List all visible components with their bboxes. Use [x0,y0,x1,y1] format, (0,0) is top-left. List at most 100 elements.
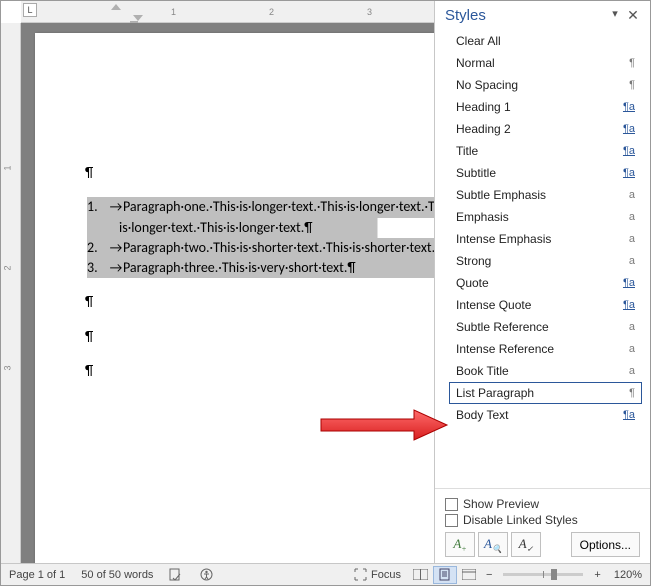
style-type-icon: ¶a [623,167,635,179]
style-item-body-text[interactable]: Body Text ¶a [449,404,642,426]
style-item-book-title[interactable]: Book Title a [449,360,642,382]
style-item-intense-quote[interactable]: Intense Quote¶a [449,294,642,316]
first-line-indent[interactable] [111,4,121,10]
print-layout-button[interactable] [433,566,457,584]
read-mode-button[interactable] [409,566,433,584]
zoom-in-button[interactable]: + [591,569,603,581]
style-item-no-spacing[interactable]: No Spacing¶ [449,74,642,96]
styles-pane-title: Styles [445,7,486,24]
page-content[interactable]: ¶ 1. → Paragraph·one.·This·is·longer·tex… [77,163,434,395]
style-item-intense-emphasis[interactable]: Intense Emphasis a [449,228,642,250]
show-preview-label: Show Preview [463,497,539,511]
style-type-icon: ¶a [623,101,635,113]
disable-linked-label: Disable Linked Styles [463,513,578,527]
style-name: Emphasis [456,210,509,224]
style-item-heading-2[interactable]: Heading 2 ¶a [449,118,642,140]
zoom-slider[interactable] [503,573,583,576]
style-item-intense-reference[interactable]: Intense Reference a [449,338,642,360]
style-inspector-button[interactable]: A🔍 [478,532,508,557]
style-type-icon: a [629,189,635,201]
style-type-icon: a [629,211,635,223]
style-item-clear-all[interactable]: Clear All [449,30,642,52]
styles-list[interactable]: Clear AllNormal¶No Spacing¶Heading 1¶aHe… [435,26,650,488]
accessibility-icon[interactable] [192,568,221,581]
close-icon[interactable]: ✕ [624,7,642,24]
list-number: 1. [87,197,109,217]
style-name: Title [456,144,478,158]
style-type-icon: a [629,255,635,267]
style-item-subtle-emphasis[interactable]: Subtle Emphasis a [449,184,642,206]
style-type-icon: ¶ [629,387,635,399]
style-type-icon: ¶ [629,79,635,91]
checkbox-icon[interactable] [445,514,458,527]
style-item-strong[interactable]: Strong a [449,250,642,272]
tab-arrow-icon: → [109,258,123,278]
word-count[interactable]: 50 of 50 words [73,569,161,581]
manage-styles-button[interactable]: A✓ [511,532,541,557]
style-type-icon: ¶a [623,409,635,421]
style-name: List Paragraph [456,386,534,400]
page-indicator[interactable]: Page 1 of 1 [1,569,73,581]
list-text[interactable]: Paragraph·two.·This·is·shorter·text.·Thi… [123,238,434,258]
tab-selector[interactable]: L [23,3,37,17]
zoom-out-button[interactable]: − [483,569,495,581]
zoom-level[interactable]: 120% [606,569,650,581]
list-number: 3. [87,258,109,278]
style-name: Intense Reference [456,342,554,356]
style-name: Book Title [456,364,509,378]
style-item-quote[interactable]: Quote¶a [449,272,642,294]
style-item-list-paragraph[interactable]: List Paragraph ¶ [449,382,642,404]
tab-arrow-icon: → [109,197,123,217]
style-type-icon: a [629,233,635,245]
pilcrow: ¶ [85,328,93,345]
styles-pane: Styles ▾ ✕ Clear AllNormal¶No Spacing¶He… [434,1,650,563]
style-type-icon: ¶a [623,123,635,135]
style-name: Heading 1 [456,100,511,114]
list-text-continued[interactable]: is·longer·text.·This·is·longer·text.¶ [87,218,434,238]
show-preview-checkbox[interactable]: Show Preview [445,497,640,511]
style-type-icon: ¶a [623,145,635,157]
style-item-emphasis[interactable]: Emphasis a [449,206,642,228]
options-button[interactable]: Options... [571,532,640,557]
document-viewport[interactable]: ¶ 1. → Paragraph·one.·This·is·longer·tex… [21,23,434,563]
style-type-icon: ¶a [623,299,635,311]
style-type-icon: ¶ [629,57,635,69]
list-text[interactable]: Paragraph·three.·This·is·very·short·text… [123,258,434,278]
style-type-icon: a [629,343,635,355]
style-name: Normal [456,56,495,70]
pilcrow: ¶ [85,164,93,181]
style-name: Intense Emphasis [456,232,551,246]
list-text[interactable]: Paragraph·one.·This·is·longer·text.·This… [123,197,434,217]
page[interactable]: ¶ 1. → Paragraph·one.·This·is·longer·tex… [35,33,434,563]
pilcrow: ¶ [85,362,93,379]
style-name: Subtitle [456,166,496,180]
style-item-subtle-reference[interactable]: Subtle Reference a [449,316,642,338]
style-type-icon: ¶a [623,277,635,289]
style-item-subtitle[interactable]: Subtitle ¶a [449,162,642,184]
pilcrow: ¶ [85,293,93,310]
style-type-icon: a [629,321,635,333]
horizontal-ruler[interactable]: L 1 2 3 [21,1,434,23]
disable-linked-checkbox[interactable]: Disable Linked Styles [445,513,640,527]
style-item-heading-1[interactable]: Heading 1 ¶a [449,96,642,118]
list-number: 2. [87,238,109,258]
style-type-icon: a [629,365,635,377]
new-style-button[interactable]: A+ [445,532,475,557]
vertical-ruler[interactable]: 1 2 3 [1,23,21,563]
styles-footer: Show Preview Disable Linked Styles A+ A🔍… [435,488,650,563]
tab-arrow-icon: → [109,238,123,258]
style-name: Subtle Reference [456,320,549,334]
style-item-normal[interactable]: Normal ¶ [449,52,642,74]
style-name: Strong [456,254,491,268]
focus-mode-button[interactable]: Focus [346,568,409,581]
style-name: Body Text [456,408,508,422]
style-name: Subtle Emphasis [456,188,546,202]
style-name: Heading 2 [456,122,511,136]
spellcheck-icon[interactable] [161,568,192,581]
status-bar: Page 1 of 1 50 of 50 words Focus − + 120… [1,563,650,585]
checkbox-icon[interactable] [445,498,458,511]
style-name: Clear All [456,34,501,48]
web-layout-button[interactable] [457,566,481,584]
style-item-title[interactable]: Title ¶a [449,140,642,162]
pane-dropdown-icon[interactable]: ▾ [608,7,622,24]
